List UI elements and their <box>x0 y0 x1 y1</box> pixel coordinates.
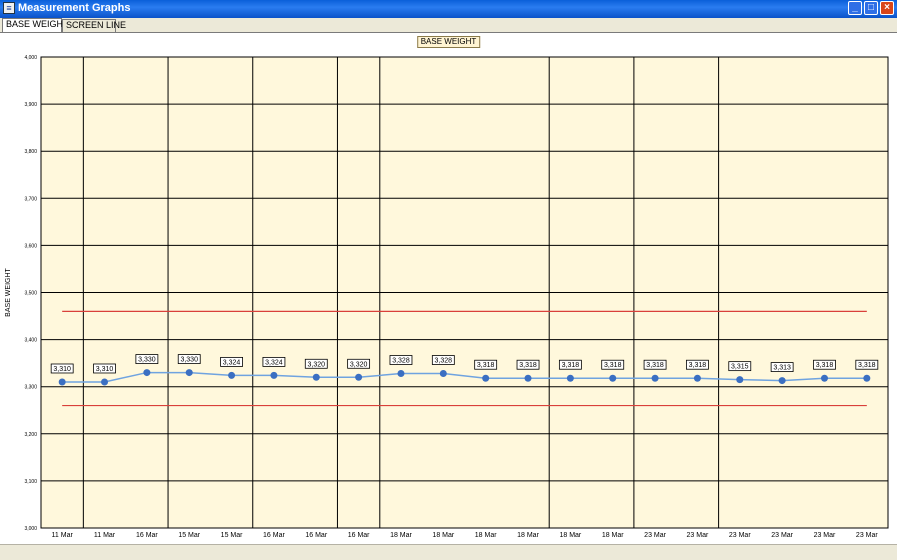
maximize-icon: □ <box>867 2 875 13</box>
data-point <box>693 374 701 382</box>
data-point <box>566 374 574 382</box>
x-tick-label: 16 Mar <box>263 532 285 539</box>
y-axis-label: BASE WEIGHT <box>5 267 12 316</box>
x-tick-label: 18 Mar <box>602 532 624 539</box>
data-label: 3,310 <box>53 366 71 373</box>
x-tick-label: 16 Mar <box>348 532 370 539</box>
data-label: 3,324 <box>223 359 241 366</box>
minimize-button[interactable]: _ <box>848 1 862 15</box>
y-tick-label: 3,600 <box>24 243 37 249</box>
x-tick-label: 15 Mar <box>221 532 243 539</box>
x-tick-label: 23 Mar <box>687 532 709 539</box>
data-label: 3,330 <box>138 357 156 364</box>
data-point <box>736 376 744 384</box>
data-label: 3,324 <box>265 359 283 366</box>
data-point <box>397 370 405 378</box>
y-tick-label: 3,400 <box>24 338 37 344</box>
y-tick-label: 3,500 <box>24 291 37 297</box>
x-tick-label: 11 Mar <box>52 532 74 539</box>
data-point <box>524 374 532 382</box>
data-label: 3,318 <box>562 362 580 369</box>
status-bar <box>0 544 897 560</box>
y-tick-label: 4,000 <box>24 55 37 61</box>
data-label: 3,318 <box>477 362 495 369</box>
data-label: 3,318 <box>689 362 707 369</box>
y-tick-label: 3,000 <box>24 526 37 532</box>
data-point <box>58 378 66 386</box>
y-tick-label: 3,800 <box>24 149 37 155</box>
data-label: 3,318 <box>858 362 876 369</box>
data-label: 3,320 <box>350 361 368 368</box>
data-label: 3,328 <box>392 358 410 365</box>
y-tick-label: 3,900 <box>24 102 37 108</box>
y-tick-label: 3,200 <box>24 432 37 438</box>
x-tick-label: 18 Mar <box>517 532 539 539</box>
app-icon[interactable]: ≡ <box>3 2 15 14</box>
maximize-button[interactable]: □ <box>864 1 878 15</box>
x-tick-label: 15 Mar <box>178 532 200 539</box>
y-tick-label: 3,100 <box>24 479 37 485</box>
data-label: 3,330 <box>180 357 198 364</box>
y-tick-label: 3,700 <box>24 196 37 202</box>
data-label: 3,313 <box>773 365 791 372</box>
close-icon: × <box>884 2 890 13</box>
x-tick-label: 18 Mar <box>559 532 581 539</box>
x-tick-label: 23 Mar <box>729 532 751 539</box>
x-tick-label: 16 Mar <box>305 532 327 539</box>
data-point <box>820 374 828 382</box>
x-tick-label: 11 Mar <box>94 532 116 539</box>
data-label: 3,315 <box>731 364 749 371</box>
x-tick-label: 18 Mar <box>390 532 412 539</box>
data-label: 3,318 <box>604 362 622 369</box>
x-tick-label: 23 Mar <box>644 532 666 539</box>
y-tick-label: 3,300 <box>24 385 37 391</box>
x-tick-label: 18 Mar <box>475 532 497 539</box>
tab-screen-line[interactable]: SCREEN LINE <box>62 19 126 32</box>
data-label: 3,310 <box>96 366 114 373</box>
x-tick-label: 18 Mar <box>432 532 454 539</box>
data-point <box>101 378 109 386</box>
data-label: 3,318 <box>646 362 664 369</box>
data-label: 3,320 <box>308 361 326 368</box>
title-bar[interactable]: ≡ Measurement Graphs _ □ × <box>0 0 897 18</box>
data-point <box>185 369 193 377</box>
chart-panel: BASE WEIGHT 3,000 3,100 3,200 3,300 3,400 3,5… <box>0 32 897 544</box>
x-tick-label: 23 Mar <box>856 532 878 539</box>
close-button[interactable]: × <box>880 1 894 15</box>
data-point <box>143 369 151 377</box>
data-point <box>355 373 363 381</box>
minimize-icon: _ <box>852 2 858 13</box>
data-label: 3,318 <box>519 362 537 369</box>
window-title: Measurement Graphs <box>18 2 131 14</box>
tab-base-weight[interactable]: BASE WEIGHT <box>2 18 69 32</box>
x-tick-label: 23 Mar <box>771 532 793 539</box>
data-point <box>439 370 447 378</box>
data-point <box>312 373 320 381</box>
data-point <box>270 371 278 379</box>
line-chart: 3,000 3,100 3,200 3,300 3,400 3,500 3,600 3,700… <box>5 55 889 539</box>
data-label: 3,318 <box>816 362 834 369</box>
data-point <box>228 371 236 379</box>
tab-strip: BASE WEIGHT SCREEN LINE <box>0 18 897 32</box>
x-tick-label: 16 Mar <box>136 532 158 539</box>
data-point <box>863 374 871 382</box>
x-tick-label: 23 Mar <box>814 532 836 539</box>
data-label: 3,328 <box>435 358 453 365</box>
data-point <box>482 374 490 382</box>
data-point <box>778 377 786 385</box>
data-point <box>609 374 617 382</box>
data-point <box>651 374 659 382</box>
